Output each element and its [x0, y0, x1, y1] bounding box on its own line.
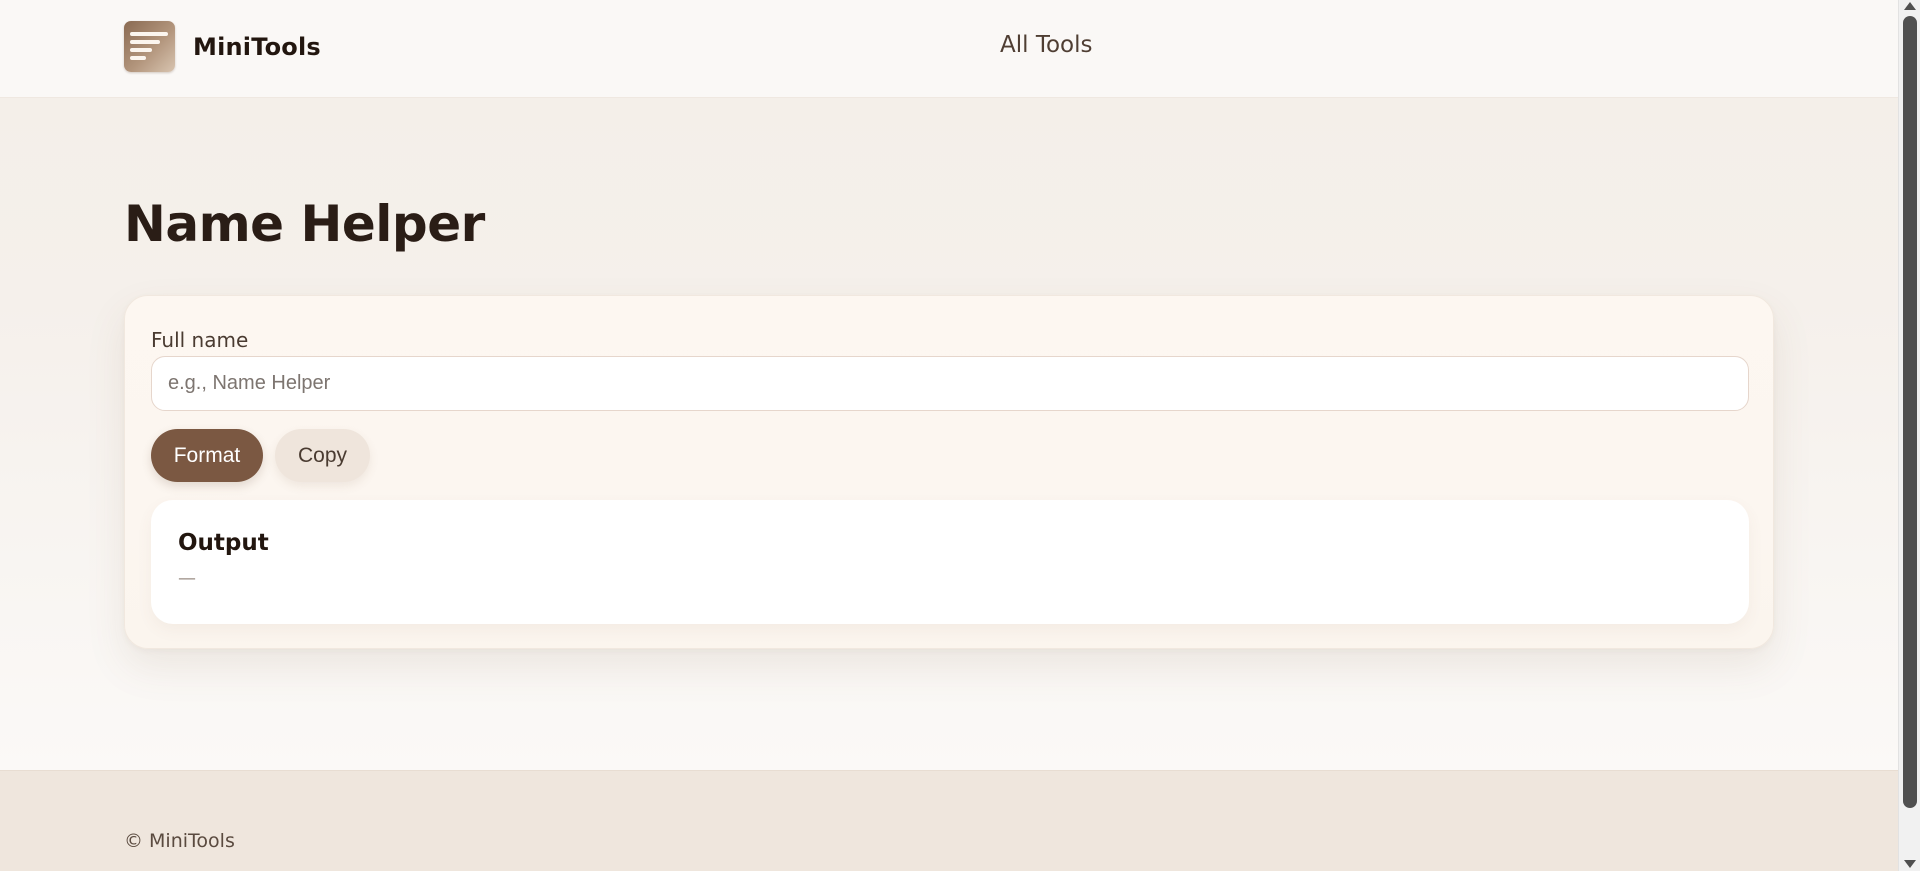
- lines-icon: [124, 21, 175, 72]
- vertical-scrollbar[interactable]: [1898, 0, 1920, 871]
- top-navigation-bar: MiniTools All Tools: [0, 0, 1898, 98]
- brand[interactable]: MiniTools: [124, 21, 321, 72]
- nav-link-all-tools[interactable]: All Tools: [1000, 32, 1092, 58]
- output-title: Output: [178, 530, 269, 556]
- scroll-down-arrow-icon[interactable]: [1904, 860, 1916, 868]
- scrollbar-thumb[interactable]: [1903, 16, 1917, 808]
- page-title: Name Helper: [124, 195, 485, 253]
- output-panel: Output —: [151, 500, 1749, 624]
- page-viewport: MiniTools All Tools Name Helper Full nam…: [0, 0, 1898, 871]
- copy-button[interactable]: Copy: [275, 429, 370, 482]
- full-name-label: Full name: [151, 328, 249, 352]
- format-button[interactable]: Format: [151, 429, 263, 482]
- tool-card: Full name Format Copy Output —: [124, 295, 1774, 649]
- footer: © MiniTools: [0, 770, 1898, 871]
- output-value: —: [178, 568, 196, 589]
- full-name-input[interactable]: [151, 356, 1749, 411]
- scroll-up-arrow-icon[interactable]: [1904, 2, 1916, 10]
- copyright-text: © MiniTools: [124, 830, 235, 852]
- brand-name: MiniTools: [193, 32, 321, 61]
